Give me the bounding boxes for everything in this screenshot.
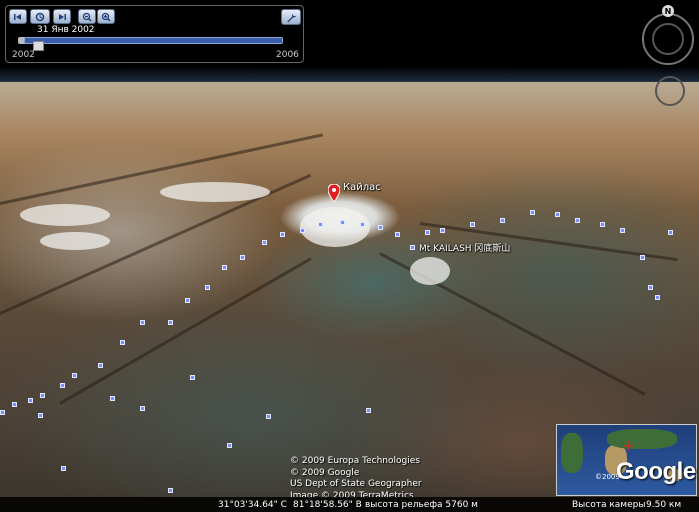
- trail-marker: [72, 373, 77, 378]
- copyright-line: © 2009 Google: [290, 467, 360, 478]
- snow-patch: [20, 204, 110, 226]
- time-slider-track[interactable]: [24, 37, 283, 44]
- trail-marker: [120, 340, 125, 345]
- camera-height-label: Высота камеры: [572, 500, 646, 510]
- snow-patch: [300, 207, 370, 247]
- trail-marker: [205, 285, 210, 290]
- placemark-label-kailas[interactable]: Кайлас: [343, 182, 381, 193]
- place-label-mt-kailash[interactable]: Mt KAILASH 冈底斯山: [419, 241, 510, 254]
- trail-marker: [655, 295, 660, 300]
- zoom-in-icon: [101, 12, 111, 22]
- continent-americas: [561, 433, 583, 473]
- crosshair-icon: [623, 441, 633, 451]
- trail-marker: [266, 414, 271, 419]
- trail-marker: [0, 410, 5, 415]
- zoom-out-icon: [82, 12, 92, 22]
- trail-marker: [222, 265, 227, 270]
- trail-marker: [262, 240, 267, 245]
- trail-marker: [500, 218, 505, 223]
- placemark-pin-icon[interactable]: [328, 184, 340, 202]
- trail-marker: [366, 408, 371, 413]
- trail-marker: [168, 320, 173, 325]
- zoom-in-time-button[interactable]: [97, 9, 115, 24]
- trail-marker: [378, 225, 383, 230]
- trail-marker: [190, 375, 195, 380]
- trail-marker: [440, 228, 445, 233]
- snow-patch: [40, 232, 110, 250]
- skip-to-end-button[interactable]: [53, 9, 71, 24]
- trail-marker: [110, 396, 115, 401]
- camera-height-value: 9.50 км: [646, 500, 682, 510]
- trail-marker: [61, 466, 66, 471]
- trail-marker: [40, 393, 45, 398]
- current-date-label: 31 Янв 2002: [37, 25, 95, 35]
- trail-marker: [395, 232, 400, 237]
- clock-settings-icon: [35, 12, 45, 21]
- trail-marker: [140, 320, 145, 325]
- trail-marker: [185, 298, 190, 303]
- start-year-label: 2002: [12, 50, 35, 60]
- trail-marker: [28, 398, 33, 403]
- continent-eurasia: [607, 429, 677, 449]
- status-bar: 31°03'34.64" С 81°18'58.56" В высота рел…: [0, 497, 699, 512]
- trail-marker: [318, 222, 323, 227]
- trail-marker: [140, 406, 145, 411]
- imagery-copyright: © 2009 Europa Technologies © 2009 Google…: [290, 456, 422, 502]
- copyright-line: US Dept of State Geographer: [290, 479, 422, 489]
- trail-marker: [555, 212, 560, 217]
- skip-forward-icon: [59, 13, 66, 20]
- navigation-control[interactable]: N: [640, 5, 696, 71]
- copyright-line: © 2009 Europa Technologies: [290, 456, 420, 466]
- trail-marker: [227, 443, 232, 448]
- time-slider-panel: 31 Янв 2002 2002 2006: [5, 5, 304, 63]
- move-joystick[interactable]: [655, 76, 685, 106]
- trail-marker: [600, 222, 605, 227]
- earth-viewport[interactable]: Кайлас Mt KAILASH 冈底斯山 31 Янв 2002 2002 …: [0, 0, 699, 512]
- trail-marker: [425, 230, 430, 235]
- snow-patch: [160, 182, 270, 202]
- trail-marker: [340, 220, 345, 225]
- trail-marker: [620, 228, 625, 233]
- trail-marker: [470, 222, 475, 227]
- ridge: [59, 257, 312, 405]
- google-logo: Google: [616, 458, 696, 485]
- trail-marker: [640, 255, 645, 260]
- trail-marker: [360, 222, 365, 227]
- trail-marker: [530, 210, 535, 215]
- trail-marker: [60, 383, 65, 388]
- skip-back-icon: [14, 13, 21, 20]
- trail-marker: [575, 218, 580, 223]
- trail-marker: [240, 255, 245, 260]
- look-joystick[interactable]: [652, 23, 684, 55]
- wrench-icon: [286, 12, 296, 22]
- trail-marker: [12, 402, 17, 407]
- latitude-readout: 31°03'34.64" С: [218, 500, 287, 510]
- snow-patch: [410, 257, 450, 285]
- trail-marker: [38, 413, 43, 418]
- end-year-label: 2006: [276, 50, 299, 60]
- options-button[interactable]: [281, 9, 301, 25]
- trail-marker: [300, 228, 305, 233]
- trail-marker: [168, 488, 173, 493]
- zoom-out-time-button[interactable]: [78, 9, 96, 24]
- longitude-readout: 81°18'58.56" В: [293, 500, 362, 510]
- trail-marker: [648, 285, 653, 290]
- trail-marker: [410, 245, 415, 250]
- north-button[interactable]: N: [662, 5, 674, 17]
- elevation-readout: высота рельефа 5760 м: [365, 500, 478, 510]
- trail-marker: [98, 363, 103, 368]
- trail-marker: [280, 232, 285, 237]
- skip-to-start-button[interactable]: [9, 9, 27, 24]
- time-settings-button[interactable]: [30, 9, 50, 24]
- trail-marker: [668, 230, 673, 235]
